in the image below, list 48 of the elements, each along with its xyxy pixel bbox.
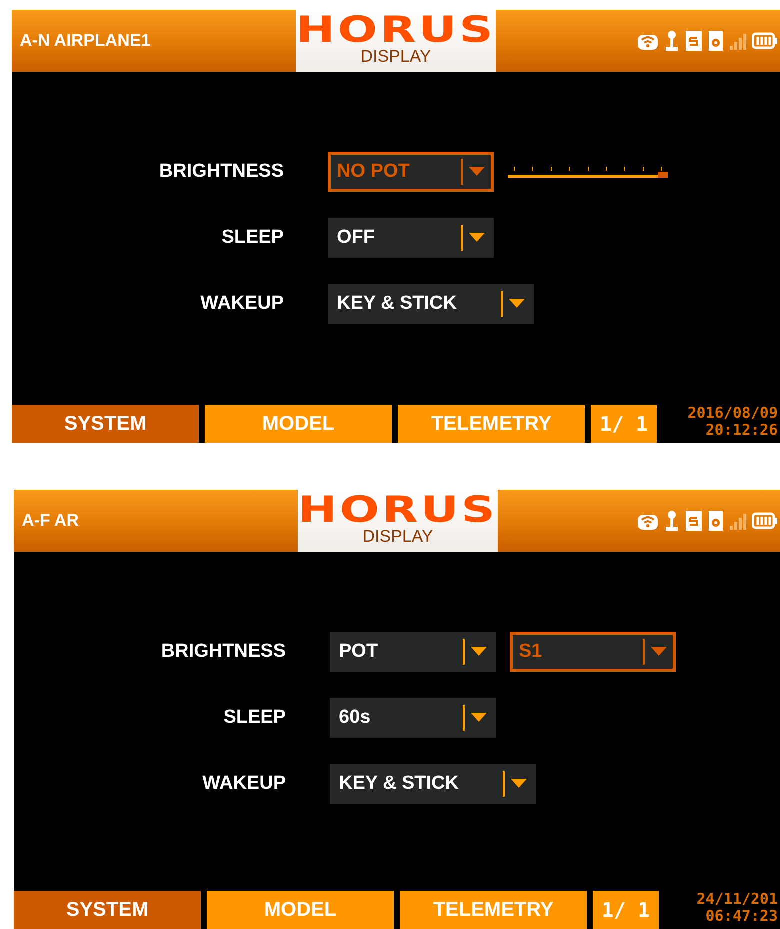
dropdown[interactable]: S1 [510, 632, 676, 672]
page-indicator: 1/ 1 [593, 891, 659, 929]
setting-label: SLEEP [222, 707, 286, 729]
time-text: 20:12:26 [706, 422, 778, 439]
dropdown-caret-icon [469, 233, 485, 243]
sd-card-icon [685, 30, 703, 52]
dropdown[interactable]: 60s [330, 698, 496, 738]
logo-text: HORUS [296, 15, 496, 47]
tab[interactable]: TELEMETRY [400, 891, 587, 929]
page-title: DISPLAY [360, 47, 432, 67]
setting-label: SLEEP [220, 227, 284, 249]
time-text: 06:47:23 [706, 908, 778, 925]
sd-card-icon [685, 510, 703, 532]
tab[interactable]: SYSTEM [12, 405, 199, 443]
battery-icon [752, 512, 778, 530]
dropdown-caret-icon [509, 299, 525, 309]
dropdown[interactable]: KEY & STICK [328, 284, 534, 324]
setting-label: WAKEUP [202, 773, 286, 795]
date-text: 2016/08/09 [688, 405, 778, 422]
date-text: 24/11/201 [696, 891, 778, 908]
antenna-icon [664, 30, 680, 52]
storage-icon [708, 30, 724, 52]
tab[interactable]: SYSTEM [14, 891, 201, 929]
page-indicator: 1/ 1 [591, 405, 657, 443]
signal-icon [729, 31, 747, 51]
dropdown[interactable]: OFF [328, 218, 494, 258]
model-name: A-F AR [22, 511, 80, 531]
tab[interactable]: TELEMETRY [398, 405, 585, 443]
setting-label: BRIGHTNESS [158, 161, 284, 183]
dropdown-caret-icon [471, 713, 487, 723]
dropdown[interactable]: NO POT [328, 152, 494, 192]
battery-icon [752, 32, 778, 50]
tab[interactable]: MODEL [205, 405, 392, 443]
dropdown-caret-icon [471, 647, 487, 657]
dropdown-caret-icon [511, 779, 527, 789]
signal-icon [729, 511, 747, 531]
dropdown[interactable]: POT [330, 632, 496, 672]
dropdown-caret-icon [651, 647, 667, 657]
logo-text: HORUS [298, 495, 498, 527]
model-name: A-N AIRPLANE1 [20, 31, 152, 51]
tab[interactable]: MODEL [207, 891, 394, 929]
antenna-icon [664, 510, 680, 532]
dropdown[interactable]: KEY & STICK [330, 764, 536, 804]
setting-label: WAKEUP [200, 293, 284, 315]
dropdown-caret-icon [469, 167, 485, 177]
storage-icon [708, 510, 724, 532]
setting-label: BRIGHTNESS [160, 641, 286, 663]
page-title: DISPLAY [362, 527, 434, 547]
